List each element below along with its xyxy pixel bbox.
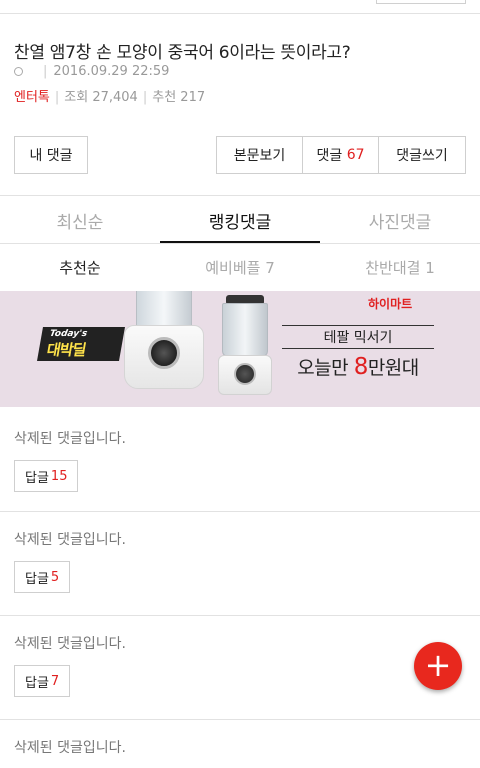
comments-button[interactable]: 댓글 67 [303, 137, 379, 173]
comments-count: 67 [346, 147, 365, 163]
comments-label: 댓글 [316, 148, 343, 164]
comment-text: 삭제된 댓글입니다. [14, 636, 126, 652]
comment-tabs: 최신순 랭킹댓글 사진댓글 [0, 197, 480, 243]
promo-price: 오늘만 8만원대 [297, 354, 419, 380]
comment-text: 삭제된 댓글입니다. [14, 740, 126, 756]
plus-icon: + [424, 646, 452, 684]
badge-main-text: 대박딜 [45, 341, 87, 359]
top-bar [0, 0, 480, 14]
tab-latest[interactable]: 최신순 [0, 197, 160, 243]
tab-ranking[interactable]: 랭킹댓글 [160, 197, 320, 243]
shop-logo: 하이마트 [368, 297, 413, 311]
subtab-debate[interactable]: 찬반대결 1 [320, 244, 480, 290]
likes-count: 217 [180, 90, 206, 105]
reply-button[interactable]: 답글 5 [14, 561, 71, 593]
divider [0, 195, 480, 196]
list-item: 삭제된 댓글입니다. 답글 5 [0, 512, 480, 616]
comment-text: 삭제된 댓글입니다. [14, 532, 126, 548]
reply-button[interactable]: 답글 15 [14, 460, 79, 492]
reply-button[interactable]: 답글 7 [14, 665, 71, 697]
ad-banner[interactable]: Today's 대박딜 하이마트 테팔 믹서기 오늘만 8만원대 [0, 291, 480, 407]
comment-subtabs: 추천순 예비베플 7 찬반대결 1 [0, 244, 480, 290]
likes-label: 추천 [152, 90, 177, 105]
badge-top-text: Today's [48, 329, 89, 339]
article-date: 2016.09.29 22:59 [53, 64, 170, 79]
today-deal-badge: Today's 대박딜 [37, 327, 125, 361]
comment-text: 삭제된 댓글입니다. [14, 431, 126, 447]
article-stats: 엔터톡 | 조회 27,404 | 추천 217 [14, 90, 206, 105]
write-comment-button[interactable]: 댓글쓰기 [379, 137, 465, 173]
blender-image [118, 291, 210, 397]
list-item: 삭제된 댓글입니다. 답글 15 [0, 408, 480, 512]
subtab-candidate[interactable]: 예비베플 7 [160, 244, 320, 290]
view-article-button[interactable]: 본문보기 [217, 137, 303, 173]
article-action-group: 본문보기 댓글 67 댓글쓰기 [216, 136, 466, 174]
circle-icon [14, 67, 23, 76]
list-item: 삭제된 댓글입니다. 답글 7 [0, 616, 480, 720]
top-button-stub[interactable] [376, 0, 466, 4]
views-count: 27,404 [92, 90, 138, 105]
list-item: 삭제된 댓글입니다. [0, 720, 480, 768]
article-meta: | 2016.09.29 22:59 [14, 64, 169, 79]
article-title[interactable]: 찬열 앰7창 손 모양이 중국어 6이라는 뜻이라고? [14, 38, 351, 63]
views-label: 조회 [64, 90, 89, 105]
category-link[interactable]: 엔터톡 [14, 90, 50, 105]
write-fab-button[interactable]: + [414, 642, 462, 690]
tab-photo[interactable]: 사진댓글 [320, 197, 480, 243]
my-comment-button[interactable]: 내 댓글 [14, 136, 88, 174]
subtab-recommended[interactable]: 추천순 [0, 244, 160, 290]
promo-product: 테팔 믹서기 [282, 325, 434, 349]
blender-image [212, 295, 278, 397]
